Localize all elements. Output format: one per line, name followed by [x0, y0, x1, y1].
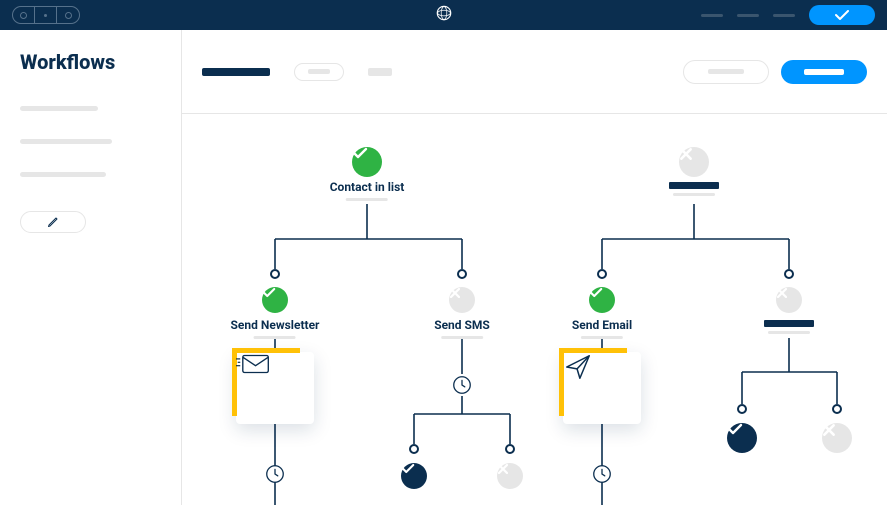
- status-badge-disabled: [776, 287, 802, 313]
- node-label-redacted: [764, 320, 814, 334]
- paper-plane-icon: [563, 352, 593, 382]
- connector-node: [597, 269, 607, 279]
- connector-node: [270, 269, 280, 279]
- node-label-redacted: [669, 182, 719, 196]
- connector-node: [505, 444, 515, 454]
- status-badge-done: [727, 423, 757, 453]
- workflow-canvas[interactable]: Contact in list Send Newsletter: [182, 114, 887, 505]
- clock-icon: [264, 463, 286, 485]
- clock-icon: [591, 463, 613, 485]
- status-badge-success: [589, 287, 615, 313]
- action-card-email[interactable]: [563, 352, 641, 424]
- sidebar: Workflows: [0, 30, 182, 505]
- wait-step[interactable]: [591, 463, 613, 485]
- connector-node: [784, 269, 794, 279]
- sidebar-item[interactable]: [20, 106, 98, 111]
- envelope-icon: [236, 352, 270, 376]
- action-card-newsletter[interactable]: [236, 352, 314, 424]
- tab[interactable]: [368, 68, 392, 76]
- sidebar-item[interactable]: [20, 139, 112, 144]
- node-label: Send Newsletter: [231, 318, 320, 339]
- status-badge-success: [262, 287, 288, 313]
- nav-item[interactable]: [773, 14, 795, 17]
- sidebar-item[interactable]: [20, 172, 106, 177]
- pencil-icon: [47, 216, 59, 228]
- nav-item[interactable]: [701, 14, 723, 17]
- confirm-button[interactable]: [809, 5, 875, 25]
- edit-button[interactable]: [20, 211, 86, 233]
- window-control-group[interactable]: [12, 6, 80, 24]
- wait-step[interactable]: [264, 463, 286, 485]
- tab-pill[interactable]: [294, 63, 344, 81]
- connector-node: [457, 269, 467, 279]
- node-label: Send SMS: [434, 318, 490, 339]
- connector-node: [832, 404, 842, 414]
- status-badge-disabled: [822, 423, 852, 453]
- swirl-icon: [435, 4, 453, 22]
- window-controls: [12, 6, 80, 24]
- tab-bar: [182, 30, 887, 114]
- connector-node: [409, 444, 419, 454]
- main-panel: Contact in list Send Newsletter: [182, 30, 887, 505]
- status-badge-done: [401, 463, 427, 489]
- topbar-actions: [701, 5, 875, 25]
- status-badge-success: [352, 147, 382, 177]
- app-topbar: [0, 0, 887, 30]
- connector-node: [737, 404, 747, 414]
- status-badge-disabled: [449, 287, 475, 313]
- secondary-action[interactable]: [683, 60, 769, 84]
- check-icon: [835, 10, 849, 20]
- app-logo: [435, 4, 453, 26]
- node-label: Send Email: [572, 318, 632, 339]
- nav-item[interactable]: [737, 14, 759, 17]
- primary-action[interactable]: [781, 60, 867, 84]
- status-badge-disabled: [497, 463, 523, 489]
- sidebar-title: Workflows: [20, 50, 115, 74]
- wait-step[interactable]: [451, 374, 473, 396]
- status-badge-disabled: [679, 147, 709, 177]
- node-label: Contact in list: [330, 180, 405, 201]
- clock-icon: [451, 374, 473, 396]
- tab-active[interactable]: [202, 68, 270, 76]
